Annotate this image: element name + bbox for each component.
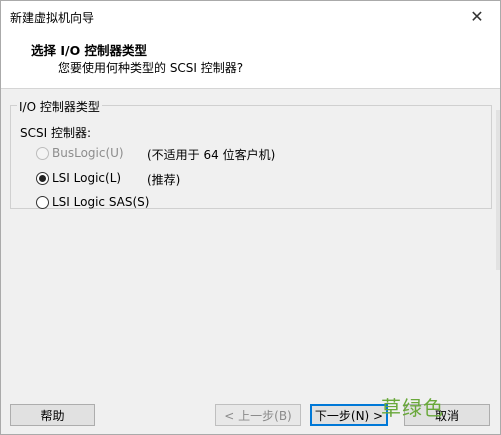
radio-note: (不适用于 64 位客户机)	[147, 148, 276, 162]
title-bar: 新建虚拟机向导 ✕	[1, 1, 500, 32]
radio-note: (推荐)	[147, 173, 181, 187]
radio-buslogic[interactable]: BusLogic(U)	[36, 146, 124, 160]
scsi-controller-label: SCSI 控制器:	[20, 126, 92, 140]
radio-lsi-logic[interactable]: LSI Logic(L)	[36, 171, 121, 185]
wizard-header: 选择 I/O 控制器类型 您要使用何种类型的 SCSI 控制器?	[1, 32, 500, 89]
page-title: 选择 I/O 控制器类型	[31, 43, 148, 58]
radio-button[interactable]	[36, 195, 49, 209]
radio-label: LSI Logic SAS(S)	[52, 195, 150, 209]
wizard-window: 新建虚拟机向导 ✕ 选择 I/O 控制器类型 您要使用何种类型的 SCSI 控制…	[0, 0, 501, 435]
radio-button[interactable]	[36, 146, 49, 160]
radio-selected-dot	[39, 174, 46, 182]
radio-lsi-logic-sas[interactable]: LSI Logic SAS(S)	[36, 195, 149, 209]
close-icon[interactable]: ✕	[454, 1, 500, 32]
wizard-content: I/O 控制器类型 SCSI 控制器: BusLogic(U) (不适用于 64…	[1, 90, 500, 390]
radio-label: LSI Logic(L)	[52, 171, 122, 185]
page-subtitle: 您要使用何种类型的 SCSI 控制器?	[58, 61, 244, 75]
controller-type-group: I/O 控制器类型 SCSI 控制器: BusLogic(U) (不适用于 64…	[10, 98, 492, 209]
wizard-footer: 帮助 < 上一步(B) 下一步(N) > 取消 草绿色	[1, 390, 500, 434]
scrollbar[interactable]	[496, 110, 500, 270]
window-title: 新建虚拟机向导	[10, 11, 95, 25]
radio-label: BusLogic(U)	[52, 146, 124, 160]
help-button[interactable]: 帮助	[10, 404, 95, 426]
watermark-text: 草绿色	[381, 396, 444, 420]
radio-button[interactable]	[36, 171, 49, 185]
next-button[interactable]: 下一步(N) >	[310, 404, 388, 426]
group-legend: I/O 控制器类型	[17, 98, 102, 115]
back-button[interactable]: < 上一步(B)	[215, 404, 301, 426]
